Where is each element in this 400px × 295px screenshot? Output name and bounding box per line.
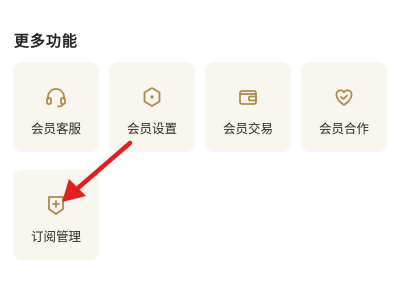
tile-member-trade[interactable]: 会员交易 bbox=[205, 62, 291, 152]
tile-member-settings[interactable]: 会员设置 bbox=[109, 62, 195, 152]
wallet-icon bbox=[236, 85, 260, 109]
tile-subscription-management[interactable]: 订阅管理 bbox=[13, 170, 99, 260]
tile-member-cooperation[interactable]: 会员合作 bbox=[301, 62, 387, 152]
tile-label: 会员设置 bbox=[126, 121, 177, 136]
headset-icon bbox=[44, 85, 68, 109]
heart-handshake-icon bbox=[332, 85, 356, 109]
tile-label: 会员合作 bbox=[318, 121, 369, 136]
hexagon-settings-icon bbox=[140, 85, 164, 109]
section-title: 更多功能 bbox=[14, 32, 79, 50]
tile-member-service[interactable]: 会员客服 bbox=[13, 62, 99, 152]
subscription-add-icon bbox=[44, 193, 68, 217]
tile-label: 会员交易 bbox=[222, 121, 273, 136]
tile-label: 会员客服 bbox=[30, 121, 81, 136]
tile-label: 订阅管理 bbox=[30, 229, 81, 244]
